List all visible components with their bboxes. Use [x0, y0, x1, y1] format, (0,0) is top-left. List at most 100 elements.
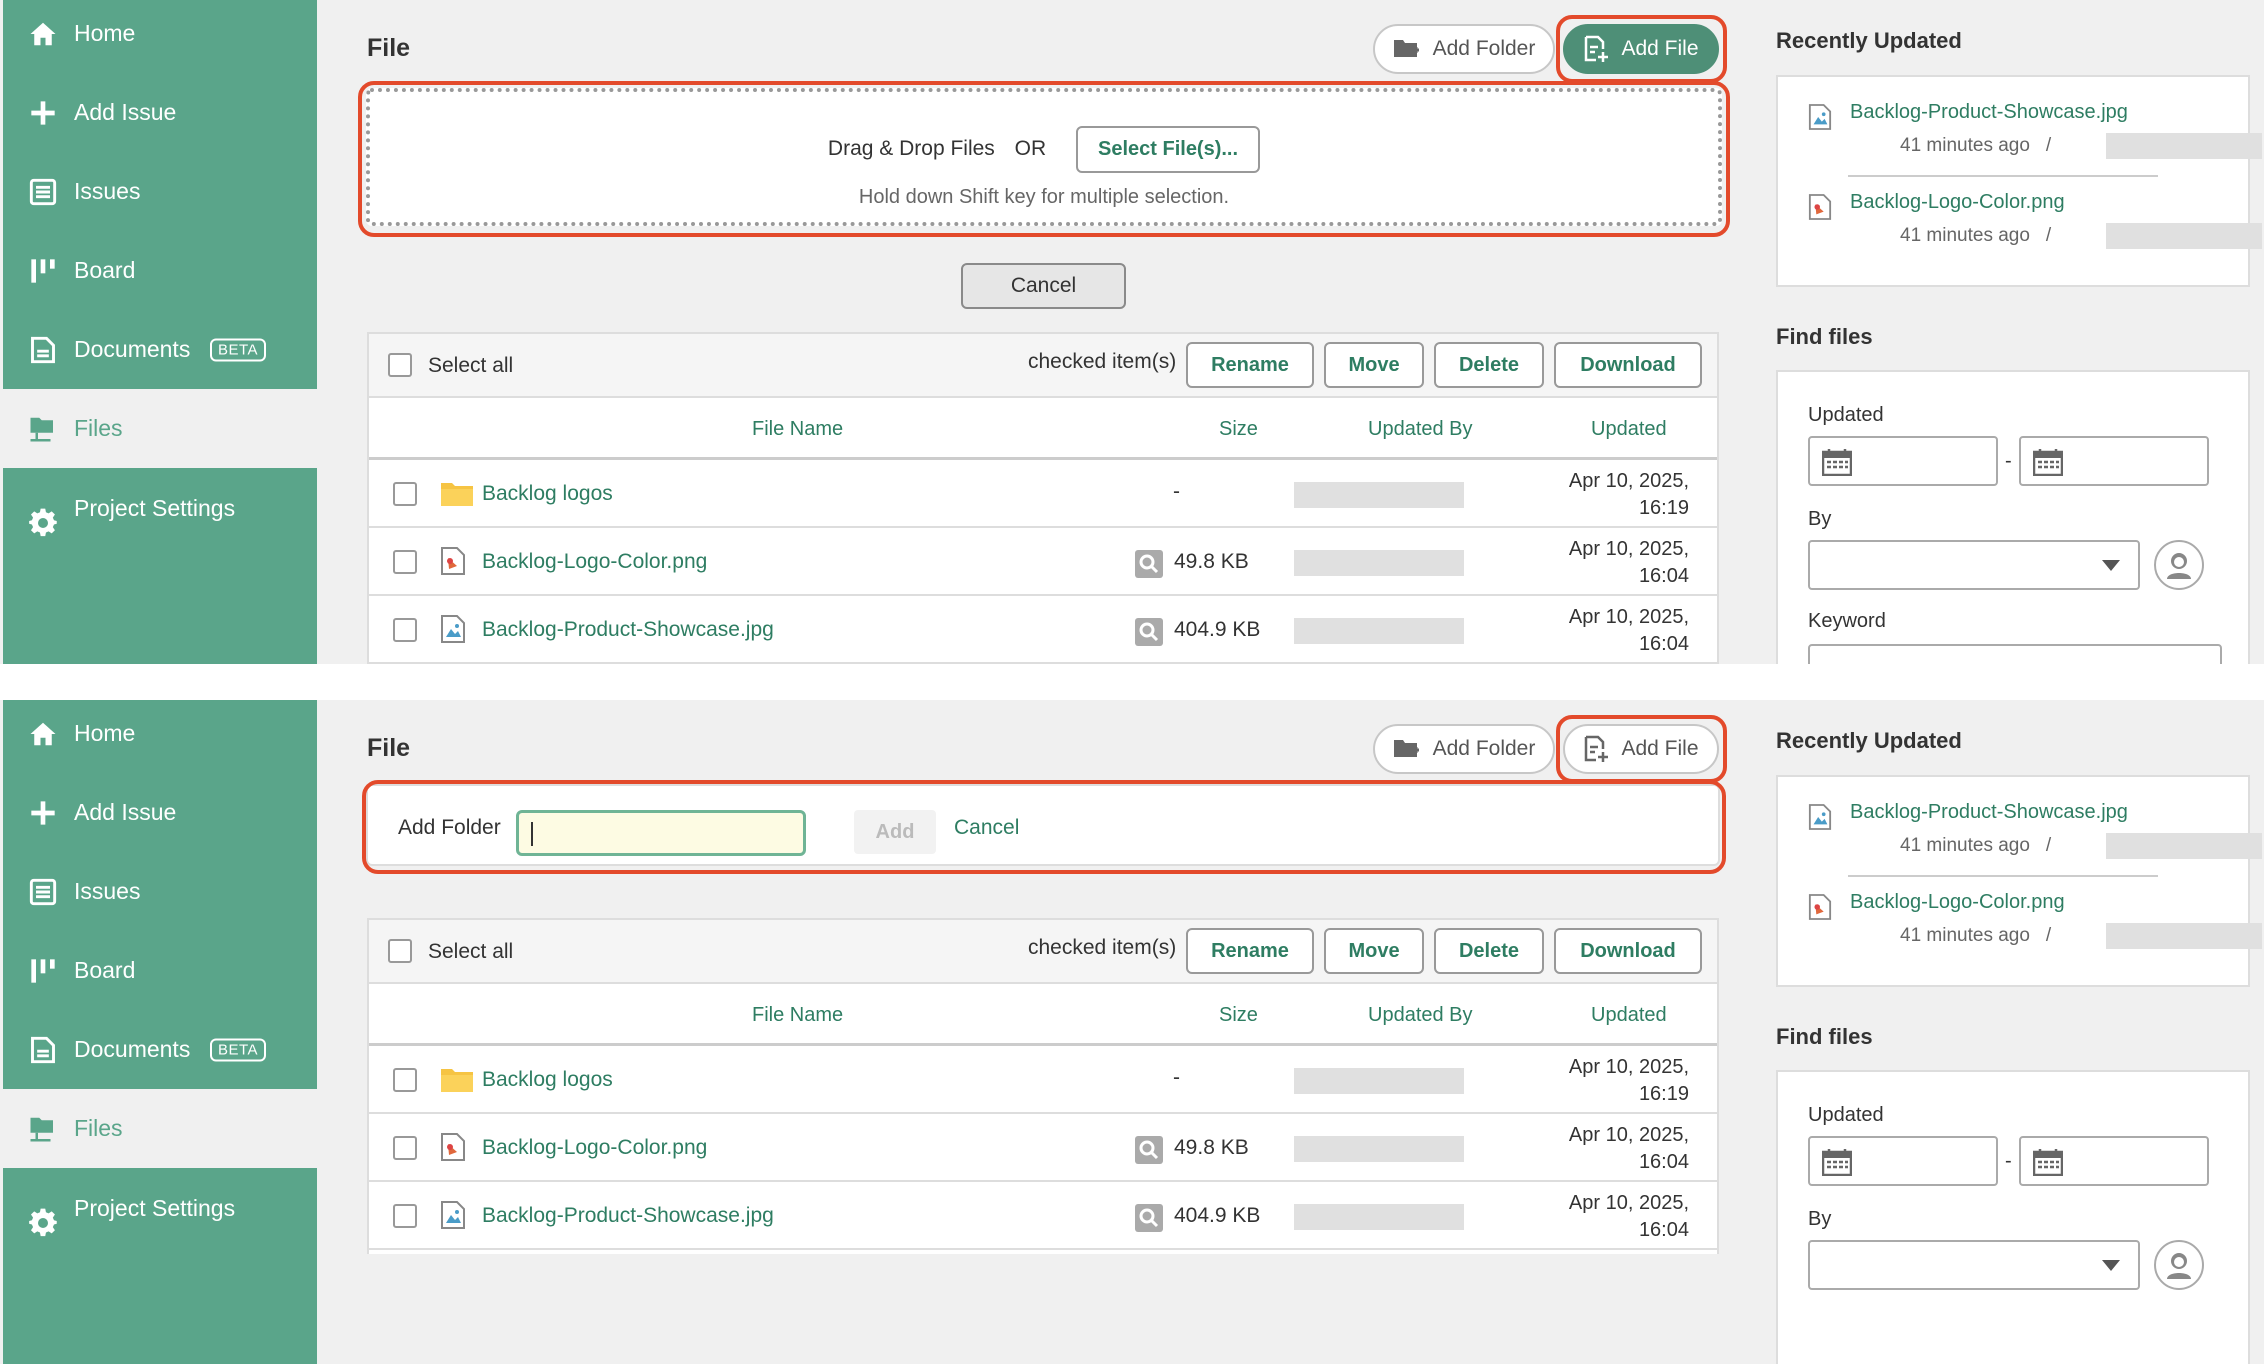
- file-name-link[interactable]: Backlog-Product-Showcase.jpg: [482, 1204, 774, 1228]
- calendar-icon: [1821, 448, 1853, 481]
- recent-user-redacted: [2106, 923, 2262, 949]
- time-line: 16:19: [1638, 497, 1689, 519]
- recent-file-link[interactable]: Backlog-Product-Showcase.jpg: [1850, 101, 2128, 124]
- row-checkbox[interactable]: [393, 482, 417, 506]
- keyword-input[interactable]: [1808, 644, 2222, 664]
- nav-issues[interactable]: Issues: [3, 152, 317, 231]
- nav-project-settings[interactable]: Project Settings: [3, 468, 317, 664]
- nav-files[interactable]: Files: [3, 1089, 317, 1168]
- preview-icon[interactable]: [1135, 618, 1163, 651]
- date-line: Apr 10, 2025,: [1568, 606, 1689, 628]
- recent-file-link[interactable]: Backlog-Product-Showcase.jpg: [1850, 801, 2128, 824]
- recent-ago: 41 minutes ago: [1900, 835, 2030, 856]
- nav-board[interactable]: Board: [3, 231, 317, 310]
- date-to-input[interactable]: [2019, 1136, 2209, 1186]
- download-button[interactable]: Download: [1554, 342, 1702, 388]
- recent-file-link[interactable]: Backlog-Logo-Color.png: [1850, 891, 2065, 914]
- plus-icon: [27, 797, 59, 829]
- nav-files[interactable]: Files: [3, 389, 317, 468]
- nav-board[interactable]: Board: [3, 931, 317, 1010]
- date-to-input[interactable]: [2019, 436, 2209, 486]
- preview-icon[interactable]: [1135, 550, 1163, 583]
- file-name-link[interactable]: Backlog-Logo-Color.png: [482, 550, 707, 574]
- date-line: Apr 10, 2025,: [1568, 1056, 1689, 1078]
- document-icon: [27, 334, 59, 366]
- png-file-icon: [440, 1132, 466, 1167]
- table-row[interactable]: Backlog-Product-Showcase.jpg 404.9 KB Ap…: [369, 596, 1717, 664]
- delete-button[interactable]: Delete: [1434, 342, 1544, 388]
- recent-file-link[interactable]: Backlog-Logo-Color.png: [1850, 191, 2065, 214]
- nav-documents[interactable]: Documents BETA: [3, 1010, 317, 1089]
- recent-item: Backlog-Product-Showcase.jpg 41 minutes …: [1808, 801, 2262, 875]
- preview-icon[interactable]: [1135, 1136, 1163, 1169]
- row-checkbox[interactable]: [393, 1136, 417, 1160]
- nav-home[interactable]: Home: [3, 0, 317, 73]
- checked-items-label: checked item(s): [1028, 936, 1177, 959]
- select-all-checkbox[interactable]: [388, 353, 412, 377]
- nav-label: Board: [74, 957, 136, 983]
- col-file-name[interactable]: File Name: [752, 1004, 843, 1027]
- user-picker-icon[interactable]: [2154, 540, 2204, 590]
- date-from-input[interactable]: [1808, 436, 1998, 486]
- row-checkbox[interactable]: [393, 1068, 417, 1092]
- beta-badge: BETA: [210, 338, 267, 361]
- table-row[interactable]: Backlog-Logo-Color.png 49.8 KB Apr 10, 2…: [369, 1114, 1717, 1182]
- recent-user-redacted: [2106, 223, 2262, 249]
- nav-label: Add Issue: [74, 99, 177, 125]
- highlight-drop-zone: [358, 81, 1730, 237]
- board-icon: [27, 955, 59, 987]
- move-button[interactable]: Move: [1324, 342, 1424, 388]
- nav-documents[interactable]: Documents BETA: [3, 310, 317, 389]
- col-size[interactable]: Size: [1219, 1004, 1258, 1027]
- folder-icon: [440, 478, 474, 513]
- table-header: File Name Size Updated By Updated: [369, 984, 1717, 1046]
- file-name-link[interactable]: Backlog-Logo-Color.png: [482, 1136, 707, 1160]
- nav-add-issue[interactable]: Add Issue: [3, 773, 317, 852]
- nav-label: Files: [74, 1115, 123, 1141]
- date-line: Apr 10, 2025,: [1568, 470, 1689, 492]
- rename-button[interactable]: Rename: [1186, 342, 1314, 388]
- list-icon: [27, 176, 59, 208]
- nav-label: Documents: [74, 1036, 191, 1062]
- nav-home[interactable]: Home: [3, 700, 317, 773]
- nav-label: Files: [74, 415, 123, 441]
- rename-button[interactable]: Rename: [1186, 928, 1314, 974]
- col-updated[interactable]: Updated: [1591, 1004, 1667, 1027]
- add-folder-button[interactable]: Add Folder: [1373, 724, 1555, 774]
- recent-user-redacted: [2106, 833, 2262, 859]
- download-button[interactable]: Download: [1554, 928, 1702, 974]
- jpg-file-icon: [440, 1200, 466, 1235]
- file-name-link[interactable]: Backlog-Product-Showcase.jpg: [482, 618, 774, 642]
- file-size: 404.9 KB: [1174, 618, 1261, 641]
- recent-sep: /: [2045, 225, 2052, 246]
- cancel-button[interactable]: Cancel: [961, 263, 1126, 309]
- row-checkbox[interactable]: [393, 550, 417, 574]
- nav-project-settings[interactable]: Project Settings: [3, 1168, 317, 1364]
- move-button[interactable]: Move: [1324, 928, 1424, 974]
- nav-add-issue[interactable]: Add Issue: [3, 73, 317, 152]
- preview-icon[interactable]: [1135, 1204, 1163, 1237]
- row-checkbox[interactable]: [393, 1204, 417, 1228]
- file-name-link[interactable]: Backlog logos: [482, 482, 613, 506]
- file-name-link[interactable]: Backlog logos: [482, 1068, 613, 1092]
- date-from-input[interactable]: [1808, 1136, 1998, 1186]
- add-folder-icon: [1393, 737, 1421, 761]
- table-row[interactable]: Backlog-Logo-Color.png 49.8 KB Apr 10, 2…: [369, 528, 1717, 596]
- table-row[interactable]: Backlog logos - Apr 10, 2025, 16:19: [369, 1046, 1717, 1114]
- add-folder-button[interactable]: Add Folder: [1373, 24, 1555, 74]
- nav-issues[interactable]: Issues: [3, 852, 317, 931]
- date-line: Apr 10, 2025,: [1568, 1124, 1689, 1146]
- select-all-checkbox[interactable]: [388, 939, 412, 963]
- col-updated-by[interactable]: Updated By: [1368, 1004, 1473, 1027]
- col-size[interactable]: Size: [1219, 418, 1258, 441]
- table-row[interactable]: Backlog logos - Apr 10, 2025, 16:19: [369, 460, 1717, 528]
- col-updated[interactable]: Updated: [1591, 418, 1667, 441]
- by-select[interactable]: [1808, 540, 2140, 590]
- table-row[interactable]: Backlog-Product-Showcase.jpg 404.9 KB Ap…: [369, 1182, 1717, 1250]
- row-checkbox[interactable]: [393, 618, 417, 642]
- col-file-name[interactable]: File Name: [752, 418, 843, 441]
- delete-button[interactable]: Delete: [1434, 928, 1544, 974]
- col-updated-by[interactable]: Updated By: [1368, 418, 1473, 441]
- beta-badge: BETA: [210, 1038, 267, 1061]
- nav-label: Project Settings: [74, 1195, 236, 1221]
